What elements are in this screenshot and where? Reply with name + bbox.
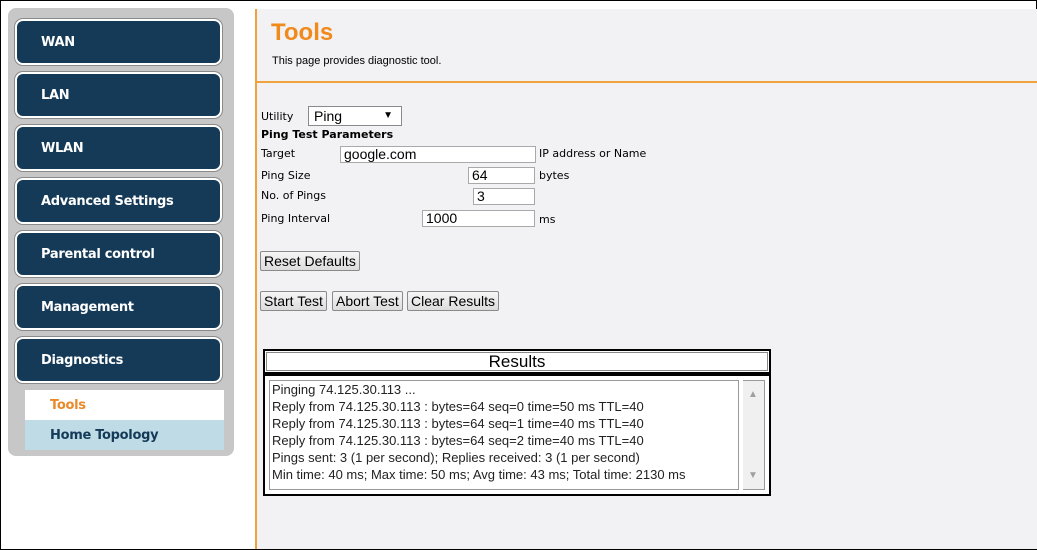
results-header: Results: [263, 349, 771, 374]
target-input[interactable]: google.com: [340, 146, 536, 163]
abort-test-button[interactable]: Abort Test: [332, 291, 403, 311]
page-description: This page provides diagnostic tool.: [272, 55, 442, 67]
utility-select[interactable]: Ping ▼: [308, 106, 402, 126]
nav-parental-control[interactable]: Parental control: [15, 231, 222, 277]
sidebar: WAN LAN WLAN Advanced Settings Parental …: [8, 8, 234, 456]
ping-size-unit: bytes: [539, 169, 570, 182]
results-panel: Pinging 74.125.30.113 ... Reply from 74.…: [263, 374, 771, 496]
target-hint: IP address or Name: [539, 147, 647, 160]
results-textarea[interactable]: Pinging 74.125.30.113 ... Reply from 74.…: [269, 380, 739, 490]
subnav-home-topology[interactable]: Home Topology: [25, 420, 224, 450]
main-content: Tools This page provides diagnostic tool…: [255, 9, 1037, 549]
page-header: Tools This page provides diagnostic tool…: [257, 9, 1037, 83]
page-title: Tools: [271, 19, 334, 46]
utility-label: Utility: [261, 110, 294, 123]
nav-advanced-settings[interactable]: Advanced Settings: [15, 178, 222, 224]
scroll-up-arrow-icon[interactable]: ▲: [748, 389, 758, 400]
nav-lan[interactable]: LAN: [15, 72, 222, 118]
no-of-pings-label: No. of Pings: [261, 189, 326, 202]
target-label: Target: [261, 147, 296, 160]
nav-wlan[interactable]: WLAN: [15, 125, 222, 171]
no-of-pings-input[interactable]: 3: [473, 188, 535, 205]
ping-interval-input[interactable]: 1000: [422, 210, 535, 227]
nav-diagnostics[interactable]: Diagnostics: [15, 337, 222, 383]
utility-select-value: Ping: [314, 108, 343, 124]
start-test-button[interactable]: Start Test: [260, 291, 327, 311]
ping-size-label: Ping Size: [261, 169, 311, 182]
ping-interval-unit: ms: [539, 213, 556, 226]
results-title: Results: [488, 352, 546, 371]
ping-size-input[interactable]: 64: [468, 167, 535, 184]
chevron-down-icon: ▼: [383, 110, 393, 121]
subnav-tools[interactable]: Tools: [25, 390, 224, 420]
reset-defaults-button[interactable]: Reset Defaults: [260, 251, 360, 271]
clear-results-button[interactable]: Clear Results: [407, 291, 500, 311]
results-scrollbar[interactable]: ▲ ▼: [743, 380, 765, 490]
nav-management[interactable]: Management: [15, 284, 222, 330]
ping-params-title: Ping Test Parameters: [261, 128, 394, 141]
nav-wan[interactable]: WAN: [15, 19, 222, 65]
scroll-down-arrow-icon[interactable]: ▼: [748, 470, 758, 481]
ping-interval-label: Ping Interval: [261, 212, 331, 225]
